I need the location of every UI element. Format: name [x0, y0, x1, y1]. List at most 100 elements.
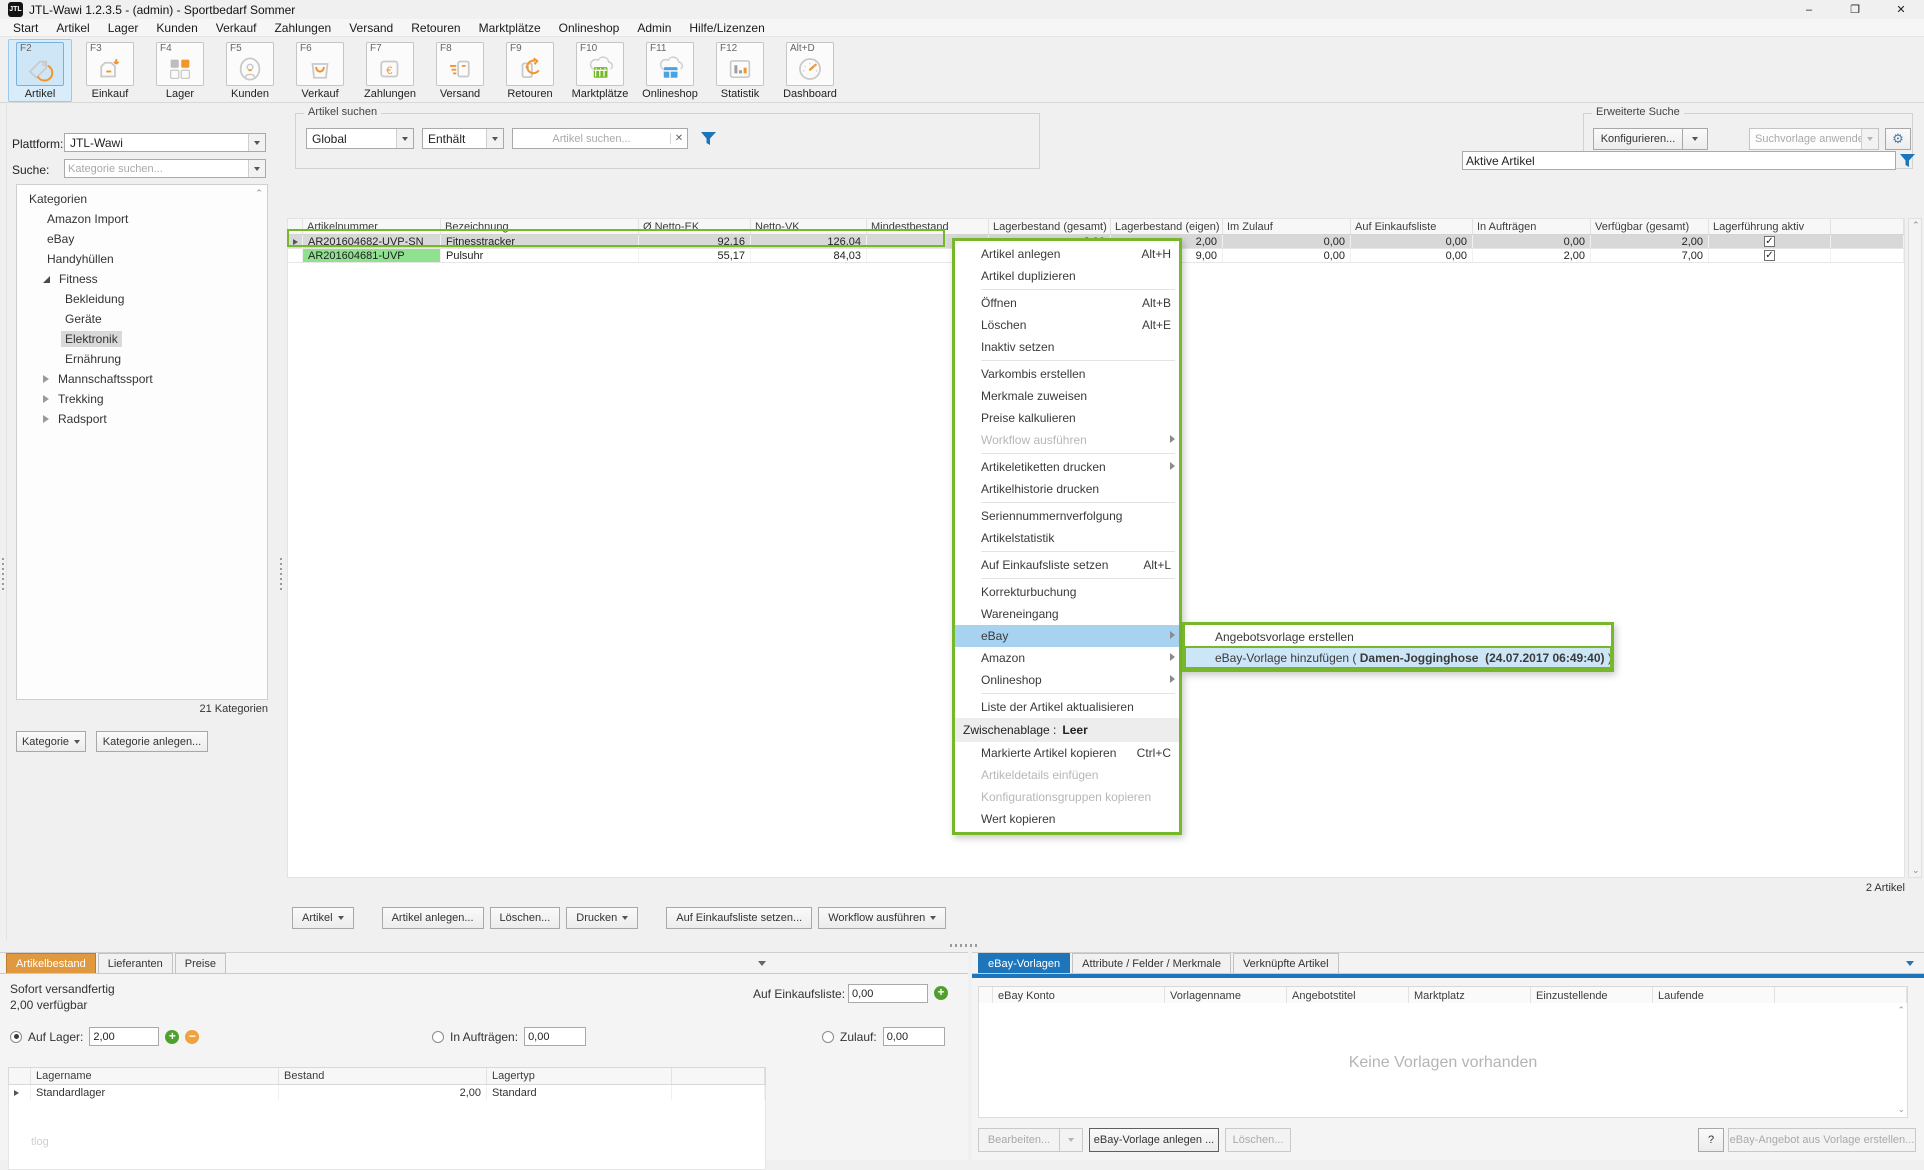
column-header-lagerbestand-eigen[interactable]: Lagerbestand (eigen): [1111, 219, 1223, 234]
toolbar-item-kunden[interactable]: F5Kunden: [218, 39, 282, 102]
context-menu-item-auf-einkaufsliste-setzen[interactable]: Auf Einkaufsliste setzenAlt+L: [955, 554, 1179, 576]
tree-item-trekking[interactable]: Trekking: [17, 389, 267, 409]
column-header-auf-einkaufsliste[interactable]: Auf Einkaufsliste: [1351, 219, 1473, 234]
search-scope-select[interactable]: Global: [306, 128, 414, 149]
context-menu-item-artikel-anlegen[interactable]: Artikel anlegenAlt+H: [955, 243, 1179, 265]
context-menu-item-artikel-duplizieren[interactable]: Artikel duplizieren: [955, 265, 1179, 287]
column-header-netto-vk[interactable]: Netto-VK: [751, 219, 867, 234]
in-auftraegen-input[interactable]: [524, 1027, 586, 1046]
toolbar-item-onlineshop[interactable]: F11Onlineshop: [638, 39, 702, 102]
menu-verkauf[interactable]: Verkauf: [207, 21, 266, 35]
expander-triangle-icon[interactable]: [43, 276, 50, 283]
kategorie-button[interactable]: Kategorie: [16, 731, 86, 752]
gear-icon[interactable]: ⚙: [1885, 128, 1911, 150]
tab-verknüpfte-artikel[interactable]: Verknüpfte Artikel: [1233, 953, 1339, 973]
kategorie-anlegen-button[interactable]: Kategorie anlegen...: [96, 731, 208, 752]
chevron-down-icon[interactable]: [1861, 129, 1878, 149]
context-menu-item-ebay[interactable]: eBay: [955, 625, 1179, 647]
column-header-lagername[interactable]: Lagername: [31, 1068, 279, 1084]
einkaufsliste-setzen-button[interactable]: Auf Einkaufsliste setzen...: [666, 907, 812, 929]
platform-select[interactable]: JTL-Wawi: [64, 133, 266, 152]
maximize-restore-icon[interactable]: ❐: [1832, 0, 1878, 19]
context-menu-item-onlineshop[interactable]: Onlineshop: [955, 669, 1179, 691]
toolbar-item-zahlungen[interactable]: F7€Zahlungen: [358, 39, 422, 102]
context-menu-item-löschen[interactable]: LöschenAlt+E: [955, 314, 1179, 336]
chevron-down-icon[interactable]: [396, 129, 413, 148]
minus-circle-icon[interactable]: −: [185, 1030, 199, 1044]
category-search-combo[interactable]: [64, 159, 266, 178]
loeschen-button[interactable]: Löschen...: [490, 907, 561, 929]
search-match-select[interactable]: Enthält: [422, 128, 504, 149]
column-header-lagertyp[interactable]: Lagertyp: [487, 1068, 672, 1084]
artikel-menu-button[interactable]: Artikel: [292, 907, 354, 929]
column-header-vorlagenname[interactable]: Vorlagenname: [1165, 987, 1287, 1004]
column-header-laufende[interactable]: Laufende: [1653, 987, 1775, 1004]
suchvorlage-select[interactable]: Suchvorlage anwenden: [1749, 128, 1879, 150]
submenu-item-angebotsvorlage-erstellen[interactable]: Angebotsvorlage erstellen: [1185, 626, 1611, 647]
konfigurieren-dropdown-button[interactable]: [1682, 128, 1708, 150]
tree-item-elektronik[interactable]: Elektronik: [17, 329, 267, 349]
chevron-down-icon[interactable]: [248, 160, 265, 177]
chevron-down-icon[interactable]: [486, 129, 503, 148]
bearbeiten-button[interactable]: Bearbeiten...: [978, 1128, 1060, 1152]
ebay-vorlage-anlegen-button[interactable]: eBay-Vorlage anlegen ...: [1089, 1128, 1219, 1152]
context-menu-item-markierte-artikel-kopieren[interactable]: Markierte Artikel kopierenCtrl+C: [955, 742, 1179, 764]
help-button[interactable]: ?: [1698, 1128, 1724, 1152]
plus-circle-icon[interactable]: +: [165, 1030, 179, 1044]
scroll-up-icon[interactable]: ⌃: [1897, 1005, 1905, 1016]
active-filter-input[interactable]: [1462, 151, 1896, 170]
tab-attribute-felder-merkmale[interactable]: Attribute / Felder / Merkmale: [1072, 953, 1231, 973]
zulauf-input[interactable]: [883, 1027, 945, 1046]
column-header-netto-ek[interactable]: Ø Netto-EK: [639, 219, 751, 234]
auf-lager-input[interactable]: [89, 1027, 159, 1046]
table-vertical-scrollbar[interactable]: ⌃ ⌄: [1908, 218, 1922, 878]
minimize-icon[interactable]: –: [1786, 0, 1832, 19]
close-icon[interactable]: ✕: [1878, 0, 1924, 19]
tree-item-mannschaftssport[interactable]: Mannschaftssport: [17, 369, 267, 389]
submenu-item-ebay-vorlage-hinzufuegen[interactable]: eBay-Vorlage hinzufügen ( Damen-Joggingh…: [1185, 647, 1611, 668]
drucken-button[interactable]: Drucken: [566, 907, 638, 929]
tab-lieferanten[interactable]: Lieferanten: [98, 953, 173, 973]
bearbeiten-dropdown-button[interactable]: [1059, 1128, 1083, 1152]
konfigurieren-button[interactable]: Konfigurieren...: [1593, 128, 1683, 150]
toolbar-item-verkauf[interactable]: F6Verkauf: [288, 39, 352, 102]
column-header-ebay-konto[interactable]: eBay Konto: [993, 987, 1165, 1004]
context-menu-item-seriennummernverfolgung[interactable]: Seriennummernverfolgung: [955, 505, 1179, 527]
left-collapse-strip[interactable]: [0, 103, 7, 940]
menu-kunden[interactable]: Kunden: [147, 21, 206, 35]
tree-item-fitness[interactable]: Fitness: [17, 269, 267, 289]
splitter-handle[interactable]: [2, 558, 4, 592]
row-expander-icon[interactable]: [293, 239, 298, 245]
column-header-mindestbestand[interactable]: Mindestbestand: [867, 219, 989, 234]
toolbar-item-einkauf[interactable]: F3Einkauf: [78, 39, 142, 102]
toolbar-item-artikel[interactable]: F2Artikel: [8, 39, 72, 102]
context-menu-item-preise-kalkulieren[interactable]: Preise kalkulieren: [955, 407, 1179, 429]
ebay-loeschen-button[interactable]: Löschen...: [1225, 1128, 1291, 1152]
in-auftraegen-radio[interactable]: [432, 1031, 444, 1043]
context-menu-item-artikeletiketten-drucken[interactable]: Artikeletiketten drucken: [955, 456, 1179, 478]
tree-item-radsport[interactable]: Radsport: [17, 409, 267, 429]
expander-triangle-icon[interactable]: [43, 395, 49, 403]
column-header-im-zulauf[interactable]: Im Zulauf: [1223, 219, 1351, 234]
tree-item-geräte[interactable]: Geräte: [17, 309, 267, 329]
context-menu-item-wareneingang[interactable]: Wareneingang: [955, 603, 1179, 625]
bottom-splitter-handle[interactable]: [950, 944, 980, 947]
clear-x-icon[interactable]: ✕: [670, 133, 687, 144]
collapse-panel-icon[interactable]: [758, 961, 766, 966]
context-menu-item-liste-der-artikel-aktualisieren[interactable]: Liste der Artikel aktualisieren: [955, 696, 1179, 718]
tree-item-ebay[interactable]: eBay: [17, 229, 267, 249]
search-funnel-icon[interactable]: [700, 131, 717, 149]
tab-artikelbestand[interactable]: Artikelbestand: [6, 953, 96, 973]
expander-triangle-icon[interactable]: [43, 415, 49, 423]
category-search-input[interactable]: [65, 160, 245, 177]
menu-start[interactable]: Start: [4, 21, 47, 35]
row-expander-icon[interactable]: [14, 1090, 19, 1096]
column-header-lagerbestand-gesamt[interactable]: Lagerbestand (gesamt): [989, 219, 1111, 234]
column-header-marktplatz[interactable]: Marktplatz: [1409, 987, 1531, 1004]
sidebar-splitter[interactable]: [278, 103, 284, 940]
context-menu-item-artikelstatistik[interactable]: Artikelstatistik: [955, 527, 1179, 549]
context-menu-item-varkombis-erstellen[interactable]: Varkombis erstellen: [955, 363, 1179, 385]
checkbox-checked-icon[interactable]: ✓: [1764, 236, 1775, 247]
tab-ebay-vorlagen[interactable]: eBay-Vorlagen: [978, 953, 1070, 973]
expander-triangle-icon[interactable]: [43, 375, 49, 383]
